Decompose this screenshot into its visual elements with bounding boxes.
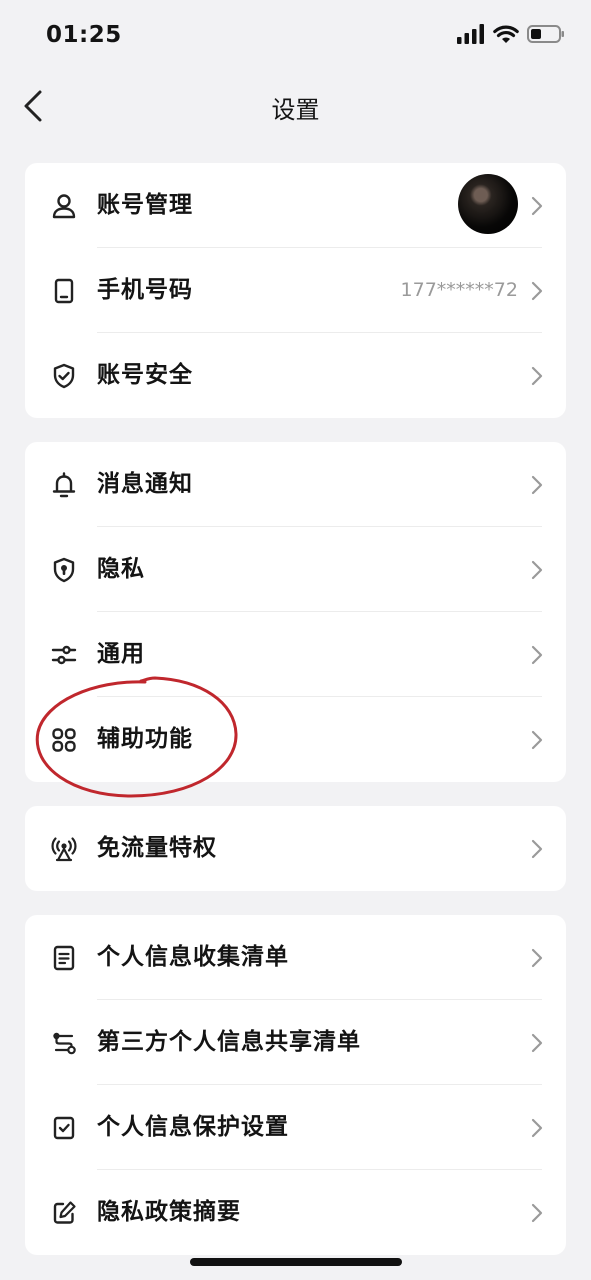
row-data-free-privilege[interactable]: 免流量特权: [25, 806, 566, 891]
row-label: 消息通知: [97, 471, 193, 497]
row-label: 隐私政策摘要: [97, 1199, 241, 1225]
sliders-icon: [51, 645, 77, 665]
home-indicator[interactable]: [190, 1258, 402, 1266]
person-icon: [52, 194, 76, 219]
chevron-right-icon: [531, 475, 543, 495]
grid-icon: [52, 728, 76, 752]
document-icon: [53, 945, 75, 971]
row-info-collection-list[interactable]: 个人信息收集清单: [25, 915, 566, 1000]
shield-lock-icon: [53, 557, 75, 583]
row-label: 隐私: [97, 556, 145, 582]
status-time: 01:25: [46, 22, 122, 48]
phone-icon: [54, 278, 74, 304]
chevron-right-icon: [531, 560, 543, 580]
signal-bars-icon: [457, 24, 484, 44]
bell-icon: [52, 472, 76, 498]
row-phone-number[interactable]: 手机号码 177******72: [25, 248, 566, 333]
chevron-right-icon: [531, 948, 543, 968]
row-label: 个人信息收集清单: [97, 944, 289, 970]
row-privacy-policy-summary[interactable]: 隐私政策摘要: [25, 1170, 566, 1255]
row-notifications[interactable]: 消息通知: [25, 442, 566, 527]
row-label: 个人信息保护设置: [97, 1114, 289, 1140]
phone-value: 177******72: [400, 279, 518, 301]
page-title: 设置: [271, 96, 320, 124]
broadcast-icon: [51, 837, 77, 862]
row-label: 通用: [97, 641, 145, 667]
row-info-protection-settings[interactable]: 个人信息保护设置: [25, 1085, 566, 1170]
chevron-right-icon: [531, 366, 543, 386]
chevron-right-icon: [531, 1203, 543, 1223]
row-privacy[interactable]: 隐私: [25, 527, 566, 612]
row-third-party-sharing-list[interactable]: 第三方个人信息共享清单: [25, 1000, 566, 1085]
status-bar: 01:25: [0, 0, 591, 74]
account-group: 账号管理 手机号码 177******72 账号安全: [25, 163, 566, 418]
avatar: [458, 174, 518, 234]
status-icons: [457, 24, 565, 44]
row-label: 账号安全: [97, 362, 193, 388]
wifi-icon: [493, 25, 519, 43]
shield-check-icon: [53, 363, 75, 389]
row-label: 手机号码: [97, 277, 193, 303]
data-free-group: 免流量特权: [25, 806, 566, 891]
row-label: 账号管理: [97, 192, 193, 218]
battery-low-icon: [527, 25, 564, 43]
chevron-right-icon: [531, 196, 543, 216]
edit-icon: [53, 1201, 76, 1224]
chevron-right-icon: [531, 839, 543, 859]
checkbox-icon: [53, 1116, 75, 1140]
chevron-right-icon: [531, 730, 543, 750]
row-general[interactable]: 通用: [25, 612, 566, 697]
personal-info-group: 个人信息收集清单 第三方个人信息共享清单 个人信息保护设置 隐私政策摘要: [25, 915, 566, 1255]
chevron-right-icon: [531, 281, 543, 301]
chevron-right-icon: [531, 1033, 543, 1053]
row-label: 辅助功能: [97, 726, 193, 752]
nav-bar: 设置: [0, 74, 591, 138]
share-nodes-icon: [53, 1032, 76, 1055]
row-label: 免流量特权: [97, 835, 217, 861]
row-accessibility[interactable]: 辅助功能: [25, 697, 566, 782]
chevron-right-icon: [531, 1118, 543, 1138]
chevron-right-icon: [531, 645, 543, 665]
row-label: 第三方个人信息共享清单: [97, 1029, 361, 1055]
row-account-security[interactable]: 账号安全: [25, 333, 566, 418]
row-account-management[interactable]: 账号管理: [25, 163, 566, 248]
preferences-group: 消息通知 隐私 通用 辅助功能: [25, 442, 566, 782]
